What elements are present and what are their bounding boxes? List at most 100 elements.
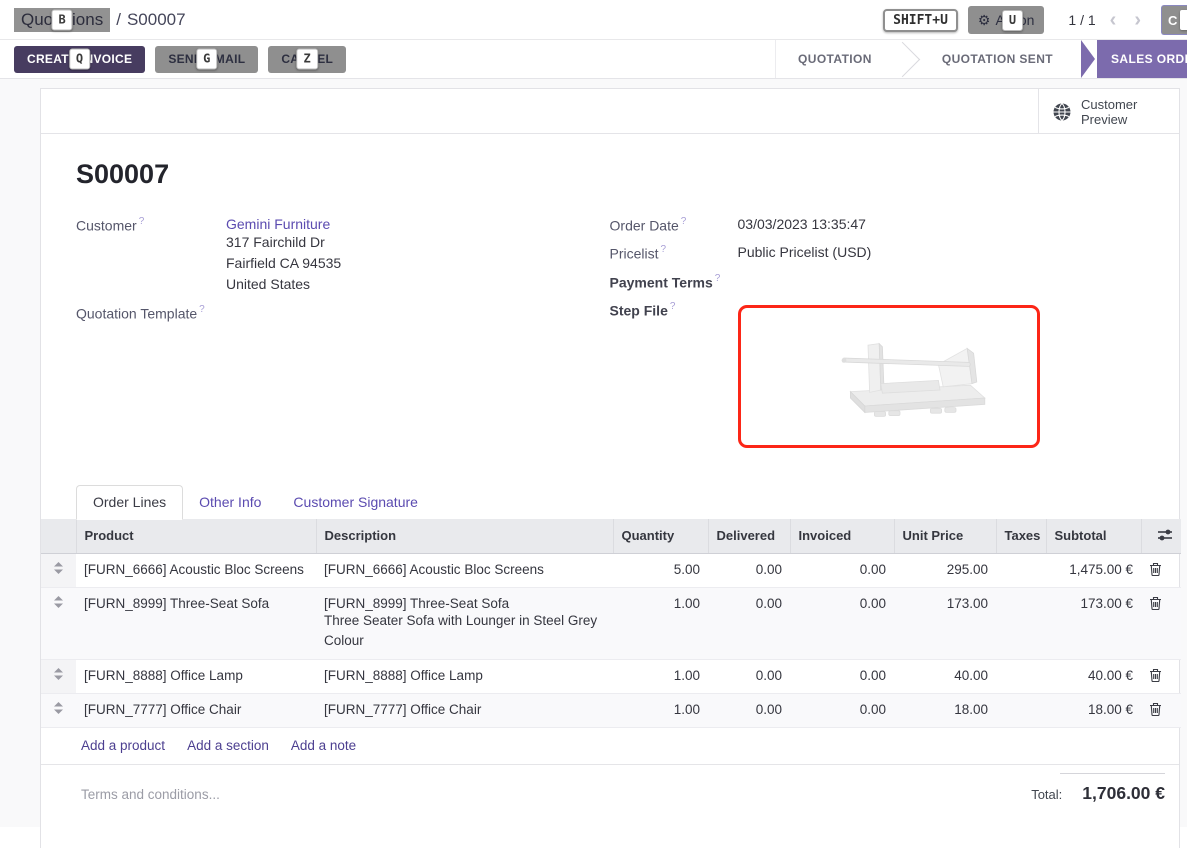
help-icon: ? bbox=[715, 273, 721, 284]
column-header-subtotal[interactable]: Subtotal bbox=[1046, 519, 1141, 554]
order-line-row[interactable]: [FURN_8888] Office Lamp [FURN_8888] Offi… bbox=[41, 659, 1181, 693]
order-date-value[interactable]: 03/03/2023 13:35:47 bbox=[738, 216, 866, 235]
cell-invoiced[interactable]: 0.00 bbox=[790, 587, 894, 659]
cell-quantity[interactable]: 1.00 bbox=[613, 587, 708, 659]
tab-customer-signature[interactable]: Customer Signature bbox=[277, 486, 434, 519]
help-icon: ? bbox=[661, 244, 667, 255]
trash-icon[interactable] bbox=[1149, 668, 1162, 682]
send-email-button[interactable]: SEND EMAIL G bbox=[155, 46, 258, 73]
cell-subtotal: 40.00 € bbox=[1046, 659, 1141, 693]
cell-unit-price[interactable]: 18.00 bbox=[894, 693, 996, 727]
drag-handle-icon[interactable] bbox=[41, 553, 76, 587]
cell-description[interactable]: [FURN_8888] Office Lamp bbox=[316, 659, 613, 693]
chevron-left-icon[interactable]: ‹ bbox=[1106, 9, 1121, 32]
cell-product[interactable]: [FURN_6666] Acoustic Bloc Screens bbox=[76, 553, 316, 587]
breadcrumb-parent-link[interactable]: Quotations B bbox=[14, 8, 110, 32]
handle-column-header bbox=[41, 519, 76, 554]
cell-product[interactable]: [FURN_8999] Three-Seat Sofa bbox=[76, 587, 316, 659]
form-sheet: Customer Preview S00007 Customer? Gemini… bbox=[40, 88, 1180, 848]
column-header-invoiced[interactable]: Invoiced bbox=[790, 519, 894, 554]
status-arrow-icon bbox=[1081, 40, 1095, 78]
cell-description[interactable]: [FURN_6666] Acoustic Bloc Screens bbox=[316, 553, 613, 587]
top-navbar: Quotations B / S00007 SHIFT+U ⚙ Action U… bbox=[0, 0, 1187, 40]
status-step-quotation-sent[interactable]: QUOTATION SENT bbox=[920, 40, 1075, 78]
tab-order-lines[interactable]: Order Lines bbox=[76, 485, 183, 520]
cell-taxes[interactable] bbox=[996, 693, 1046, 727]
action-menu-button[interactable]: ⚙ Action U bbox=[968, 6, 1044, 34]
trash-icon[interactable] bbox=[1149, 596, 1162, 610]
cell-actions bbox=[1141, 553, 1181, 587]
help-icon: ? bbox=[681, 216, 687, 227]
cell-delivered[interactable]: 0.00 bbox=[708, 659, 790, 693]
order-date-label: Order Date bbox=[610, 217, 679, 233]
add-a-note-link[interactable]: Add a note bbox=[291, 738, 356, 753]
cell-quantity[interactable]: 5.00 bbox=[613, 553, 708, 587]
cell-quantity[interactable]: 1.00 bbox=[613, 693, 708, 727]
column-header-delivered[interactable]: Delivered bbox=[708, 519, 790, 554]
chevron-right-icon[interactable]: › bbox=[1130, 9, 1145, 32]
cell-quantity[interactable]: 1.00 bbox=[613, 659, 708, 693]
cancel-button[interactable]: CANCEL Z bbox=[268, 46, 346, 73]
cell-taxes[interactable] bbox=[996, 587, 1046, 659]
sheet-header: Customer Preview bbox=[41, 89, 1179, 134]
status-step-sales-order[interactable]: SALES ORDER bbox=[1097, 40, 1187, 78]
trash-icon[interactable] bbox=[1149, 562, 1162, 576]
column-header-product[interactable]: Product bbox=[76, 519, 316, 554]
order-line-row[interactable]: [FURN_6666] Acoustic Bloc Screens [FURN_… bbox=[41, 553, 1181, 587]
cell-description[interactable]: [FURN_7777] Office Chair bbox=[316, 693, 613, 727]
cell-delivered[interactable]: 0.00 bbox=[708, 587, 790, 659]
cell-taxes[interactable] bbox=[996, 659, 1046, 693]
cell-delivered[interactable]: 0.00 bbox=[708, 693, 790, 727]
breadcrumb-current: S00007 bbox=[127, 10, 186, 30]
column-header-quantity[interactable]: Quantity bbox=[613, 519, 708, 554]
pricelist-value[interactable]: Public Pricelist (USD) bbox=[738, 244, 872, 263]
cell-delivered[interactable]: 0.00 bbox=[708, 553, 790, 587]
breadcrumb: Quotations B / S00007 bbox=[14, 8, 186, 32]
step-file-label: Step File bbox=[610, 302, 668, 318]
order-line-row[interactable]: [FURN_7777] Office Chair [FURN_7777] Off… bbox=[41, 693, 1181, 727]
cell-unit-price[interactable]: 173.00 bbox=[894, 587, 996, 659]
column-options-header bbox=[1141, 519, 1181, 554]
customer-link[interactable]: Gemini Furniture bbox=[226, 216, 341, 232]
corner-button[interactable]: C bbox=[1161, 5, 1187, 35]
cell-unit-price[interactable]: 295.00 bbox=[894, 553, 996, 587]
help-icon: ? bbox=[199, 304, 205, 315]
cell-product[interactable]: [FURN_8888] Office Lamp bbox=[76, 659, 316, 693]
order-line-row[interactable]: [FURN_8999] Three-Seat Sofa [FURN_8999] … bbox=[41, 587, 1181, 659]
keyboard-hint-create-invoice: Q bbox=[69, 49, 91, 70]
statusbar: QUOTATION QUOTATION SENT SALES ORDER bbox=[775, 40, 1187, 78]
totals-divider bbox=[1060, 773, 1165, 774]
customer-preview-button[interactable]: Customer Preview bbox=[1038, 89, 1179, 134]
column-header-taxes[interactable]: Taxes bbox=[996, 519, 1046, 554]
cell-invoiced[interactable]: 0.00 bbox=[790, 553, 894, 587]
trash-icon[interactable] bbox=[1149, 702, 1162, 716]
add-a-section-link[interactable]: Add a section bbox=[187, 738, 269, 753]
cell-invoiced[interactable]: 0.00 bbox=[790, 693, 894, 727]
column-header-description[interactable]: Description bbox=[316, 519, 613, 554]
description-line-2: Three Seater Sofa with Lounger in Steel … bbox=[324, 611, 605, 651]
keyboard-hint-action: U bbox=[1002, 10, 1023, 31]
step-file-preview[interactable] bbox=[738, 305, 1040, 448]
drag-handle-icon[interactable] bbox=[41, 587, 76, 659]
pricelist-label: Pricelist bbox=[610, 246, 659, 262]
add-a-product-link[interactable]: Add a product bbox=[81, 738, 165, 753]
breadcrumb-separator: / bbox=[116, 10, 121, 30]
cell-taxes[interactable] bbox=[996, 553, 1046, 587]
drag-handle-icon[interactable] bbox=[41, 693, 76, 727]
tab-other-info[interactable]: Other Info bbox=[183, 486, 277, 519]
column-options-icon[interactable] bbox=[1157, 528, 1173, 545]
drag-handle-icon[interactable] bbox=[41, 659, 76, 693]
keyboard-hint-send-email: G bbox=[196, 49, 218, 70]
cell-unit-price[interactable]: 40.00 bbox=[894, 659, 996, 693]
cell-subtotal: 18.00 € bbox=[1046, 693, 1141, 727]
help-icon: ? bbox=[670, 301, 676, 312]
cell-product[interactable]: [FURN_7777] Office Chair bbox=[76, 693, 316, 727]
cell-invoiced[interactable]: 0.00 bbox=[790, 659, 894, 693]
address-line: United States bbox=[226, 274, 341, 295]
status-step-quotation[interactable]: QUOTATION bbox=[776, 40, 894, 78]
cell-description[interactable]: [FURN_8999] Three-Seat Sofa Three Seater… bbox=[316, 587, 613, 659]
create-invoice-button[interactable]: CREATE INVOICE Q bbox=[14, 46, 145, 73]
column-header-unit-price[interactable]: Unit Price bbox=[894, 519, 996, 554]
content-area: Customer Preview S00007 Customer? Gemini… bbox=[0, 79, 1187, 827]
cell-actions bbox=[1141, 693, 1181, 727]
